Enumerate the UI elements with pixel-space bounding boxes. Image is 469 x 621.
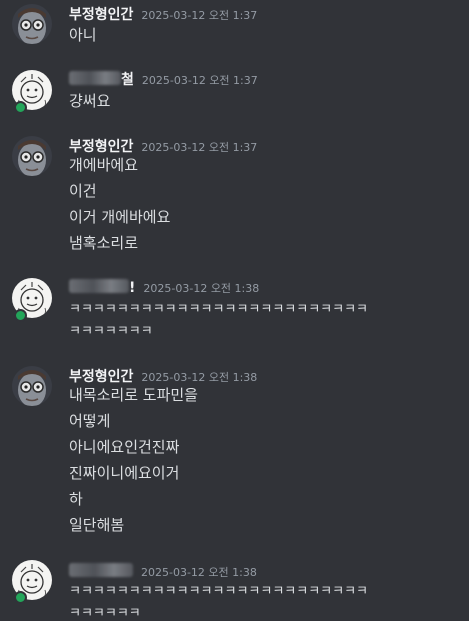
message-group: 부정형인간 2025-03-12 오전 1:38 내목소리로 도파민을 어떻게 아… [0, 362, 469, 537]
online-status-icon [14, 309, 27, 322]
message-text: 일단해봄 [69, 516, 125, 534]
online-status-icon [14, 101, 27, 114]
timestamp[interactable]: 2025-03-12 오전 1:38 [141, 566, 257, 579]
timestamp[interactable]: 2025-03-12 오전 1:37 [141, 141, 257, 154]
author-name[interactable]: 부정형인간 [69, 369, 133, 385]
message-text: ㅋㅋㅋㅋㅋㅋㅋㅋㅋㅋㅋㅋㅋㅋㅋㅋㅋㅋㅋㅋㅋㅋㅋㅋㅋ [69, 584, 369, 599]
message-group: 철 2025-03-12 오전 1:37 걍써요 [0, 66, 469, 116]
author-name[interactable]: 부정형인간 [69, 7, 133, 23]
message-header: 부정형인간 2025-03-12 오전 1:37 [69, 4, 257, 23]
message-text: 어떻게 [69, 412, 111, 430]
timestamp[interactable]: 2025-03-12 오전 1:38 [143, 282, 259, 295]
message-text: 내목소리로 도파민을 [69, 386, 198, 404]
author-name-redacted[interactable] [69, 279, 129, 293]
message-text: 냄혹소리로 [69, 234, 139, 252]
author-name[interactable]: 철 [121, 72, 134, 88]
message-group: ! 2025-03-12 오전 1:38 ㅋㅋㅋㅋㅋㅋㅋㅋㅋㅋㅋㅋㅋㅋㅋㅋㅋㅋㅋㅋ… [0, 274, 469, 344]
grey-face-glasses-icon [12, 4, 52, 44]
message-group: 부정형인간 2025-03-12 오전 1:37 아니 [0, 0, 469, 50]
message-header: 2025-03-12 오전 1:38 [69, 561, 257, 579]
avatar[interactable] [12, 366, 52, 406]
author-name-redacted[interactable] [69, 71, 121, 85]
message-text: 아니 [69, 26, 97, 44]
grey-face-glasses-icon [12, 366, 52, 406]
message-header: 부정형인간 2025-03-12 오전 1:38 [69, 366, 257, 385]
message-text: 개에바에요 [69, 156, 139, 174]
timestamp[interactable]: 2025-03-12 오전 1:38 [141, 371, 257, 384]
message-text: 진짜이니에요이거 [69, 464, 180, 482]
avatar[interactable] [12, 4, 52, 44]
message-header: ! 2025-03-12 오전 1:38 [69, 277, 259, 296]
online-status-icon [14, 591, 27, 604]
timestamp[interactable]: 2025-03-12 오전 1:37 [141, 9, 257, 22]
author-name[interactable]: 부정형인간 [69, 139, 133, 155]
message-text: 이거 개에바에요 [69, 208, 171, 226]
message-header: 부정형인간 2025-03-12 오전 1:37 [69, 136, 257, 155]
author-name[interactable]: ! [129, 280, 135, 296]
message-text: 아니에요인건진짜 [69, 438, 180, 456]
message-header: 철 2025-03-12 오전 1:37 [69, 69, 258, 88]
message-text: 이건 [69, 182, 97, 200]
message-text: ㅋㅋㅋㅋㅋㅋ [69, 606, 141, 621]
message-text: ㅋㅋㅋㅋㅋㅋㅋㅋㅋㅋㅋㅋㅋㅋㅋㅋㅋㅋㅋㅋㅋㅋㅋㅋㅋ [69, 302, 369, 317]
grey-face-glasses-icon [12, 136, 52, 176]
avatar[interactable] [12, 136, 52, 176]
message-group: 부정형인간 2025-03-12 오전 1:37 개에바에요 이건 이거 개에바에… [0, 132, 469, 257]
message-text: 걍써요 [69, 92, 111, 110]
message-text: 하 [69, 490, 83, 508]
message-group: 2025-03-12 오전 1:38 ㅋㅋㅋㅋㅋㅋㅋㅋㅋㅋㅋㅋㅋㅋㅋㅋㅋㅋㅋㅋㅋ… [0, 556, 469, 621]
timestamp[interactable]: 2025-03-12 오전 1:37 [142, 74, 258, 87]
author-name-redacted[interactable] [69, 563, 133, 577]
message-text: ㅋㅋㅋㅋㅋㅋㅋ [69, 324, 153, 339]
